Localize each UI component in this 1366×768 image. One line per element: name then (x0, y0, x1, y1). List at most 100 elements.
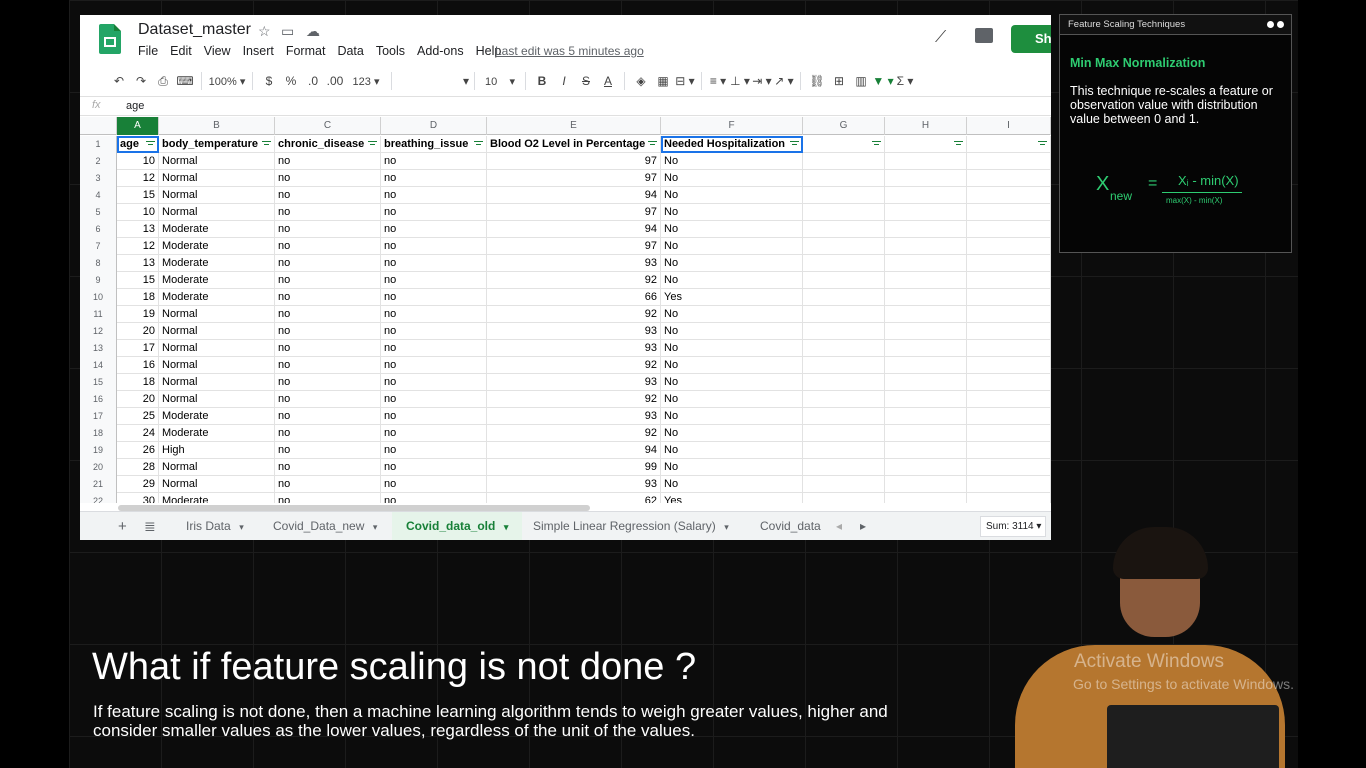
table-cell[interactable]: no (275, 374, 381, 391)
row-header[interactable]: 5 (80, 204, 117, 221)
filter-icon[interactable] (954, 141, 963, 148)
table-cell[interactable] (967, 493, 1051, 503)
table-cell[interactable] (803, 272, 885, 289)
table-cell[interactable]: 26 (117, 442, 159, 459)
filter-icon[interactable] (262, 141, 271, 148)
column-header-c[interactable]: C (275, 117, 381, 135)
table-cell[interactable]: 97 (487, 170, 661, 187)
table-cell[interactable] (803, 306, 885, 323)
header-cell[interactable] (967, 136, 1051, 153)
table-cell[interactable]: Moderate (159, 272, 275, 289)
header-cell[interactable]: age (117, 136, 159, 153)
menu-item-format[interactable]: Format (286, 44, 326, 58)
table-cell[interactable]: no (275, 459, 381, 476)
table-cell[interactable]: 30 (117, 493, 159, 503)
table-cell[interactable]: 28 (117, 459, 159, 476)
table-cell[interactable]: No (661, 221, 803, 238)
row-header[interactable]: 8 (80, 255, 117, 272)
table-cell[interactable]: 18 (117, 289, 159, 306)
header-cell[interactable] (803, 136, 885, 153)
table-cell[interactable] (967, 255, 1051, 272)
table-cell[interactable]: 97 (487, 204, 661, 221)
table-cell[interactable]: 93 (487, 255, 661, 272)
table-cell[interactable]: 94 (487, 187, 661, 204)
table-cell[interactable]: 92 (487, 306, 661, 323)
row-header[interactable]: 4 (80, 187, 117, 204)
table-cell[interactable]: no (381, 493, 487, 503)
table-cell[interactable]: No (661, 442, 803, 459)
table-cell[interactable]: Moderate (159, 255, 275, 272)
zoom-select[interactable]: 100% ▾ (207, 75, 247, 88)
table-cell[interactable] (967, 391, 1051, 408)
table-cell[interactable]: no (275, 323, 381, 340)
table-cell[interactable] (885, 493, 967, 503)
table-cell[interactable]: 99 (487, 459, 661, 476)
menu-item-edit[interactable]: Edit (170, 44, 192, 58)
table-cell[interactable]: no (381, 425, 487, 442)
table-cell[interactable]: No (661, 170, 803, 187)
scroll-tabs-right-icon[interactable]: ▸ (860, 512, 866, 540)
table-cell[interactable]: Normal (159, 153, 275, 170)
table-cell[interactable] (885, 289, 967, 306)
table-cell[interactable]: Yes (661, 289, 803, 306)
sheet-tab[interactable]: Iris Data ▾ (186, 512, 244, 540)
table-cell[interactable] (885, 459, 967, 476)
scroll-tabs-left-icon[interactable]: ◂ (836, 512, 842, 540)
table-cell[interactable]: No (661, 476, 803, 493)
table-cell[interactable] (885, 153, 967, 170)
table-cell[interactable]: 93 (487, 323, 661, 340)
table-cell[interactable]: 92 (487, 357, 661, 374)
column-header-h[interactable]: H (885, 117, 967, 135)
table-cell[interactable]: no (381, 153, 487, 170)
table-cell[interactable]: Normal (159, 374, 275, 391)
filter-icon[interactable]: ▼ ▾ (872, 74, 894, 88)
horizontal-align-icon[interactable]: ≡ ▾ (707, 74, 729, 88)
table-cell[interactable] (967, 323, 1051, 340)
row-header[interactable]: 15 (80, 374, 117, 391)
table-cell[interactable]: no (381, 357, 487, 374)
row-header[interactable]: 19 (80, 442, 117, 459)
last-edit-link[interactable]: Last edit was 5 minutes ago (495, 44, 644, 58)
column-header-a[interactable]: A (117, 117, 159, 135)
menu-item-view[interactable]: View (204, 44, 231, 58)
font-size-select[interactable]: 10 ▾ (480, 75, 520, 88)
table-cell[interactable]: no (275, 476, 381, 493)
table-cell[interactable]: Moderate (159, 289, 275, 306)
table-cell[interactable] (885, 306, 967, 323)
table-cell[interactable]: no (381, 476, 487, 493)
table-cell[interactable]: Normal (159, 340, 275, 357)
filter-icon[interactable] (872, 141, 881, 148)
text-wrap-icon[interactable]: ⇥ ▾ (751, 74, 773, 88)
table-cell[interactable] (967, 289, 1051, 306)
column-header-f[interactable]: F (661, 117, 803, 135)
table-cell[interactable]: 13 (117, 255, 159, 272)
menu-item-file[interactable]: File (138, 44, 158, 58)
font-select[interactable]: ▾ (397, 74, 469, 88)
table-cell[interactable]: No (661, 187, 803, 204)
table-cell[interactable]: no (275, 442, 381, 459)
table-cell[interactable]: no (275, 255, 381, 272)
header-cell[interactable]: breathing_issue (381, 136, 487, 153)
table-cell[interactable] (803, 340, 885, 357)
column-header-b[interactable]: B (159, 117, 275, 135)
row-header[interactable]: 1 (80, 136, 117, 153)
table-cell[interactable]: Moderate (159, 238, 275, 255)
table-cell[interactable]: 97 (487, 153, 661, 170)
table-cell[interactable]: 12 (117, 170, 159, 187)
table-cell[interactable] (885, 476, 967, 493)
table-cell[interactable]: no (275, 153, 381, 170)
table-cell[interactable]: 93 (487, 476, 661, 493)
table-cell[interactable] (803, 153, 885, 170)
decrease-decimal-button[interactable]: .0 (302, 74, 324, 88)
table-cell[interactable] (885, 391, 967, 408)
table-cell[interactable]: no (275, 238, 381, 255)
table-cell[interactable]: no (275, 357, 381, 374)
table-cell[interactable]: 93 (487, 374, 661, 391)
table-cell[interactable] (803, 425, 885, 442)
table-cell[interactable]: No (661, 408, 803, 425)
row-header[interactable]: 13 (80, 340, 117, 357)
table-cell[interactable]: No (661, 425, 803, 442)
redo-icon[interactable]: ↷ (130, 74, 152, 88)
table-cell[interactable]: Moderate (159, 493, 275, 503)
table-cell[interactable] (967, 187, 1051, 204)
